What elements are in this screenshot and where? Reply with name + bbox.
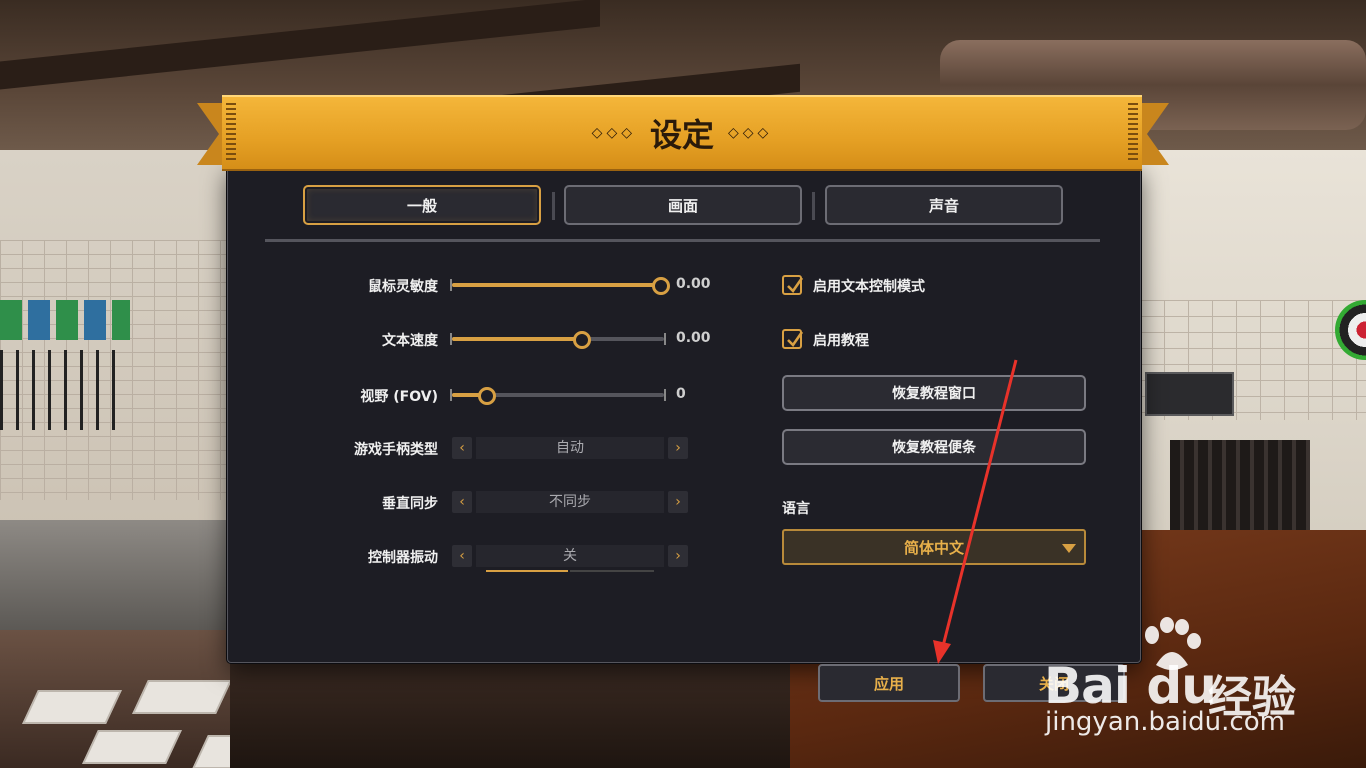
watermark-url: jingyan.baidu.com	[1045, 707, 1285, 737]
baidu-watermark: Bai du 经验 jingyan.baidu.com	[1030, 615, 1360, 765]
